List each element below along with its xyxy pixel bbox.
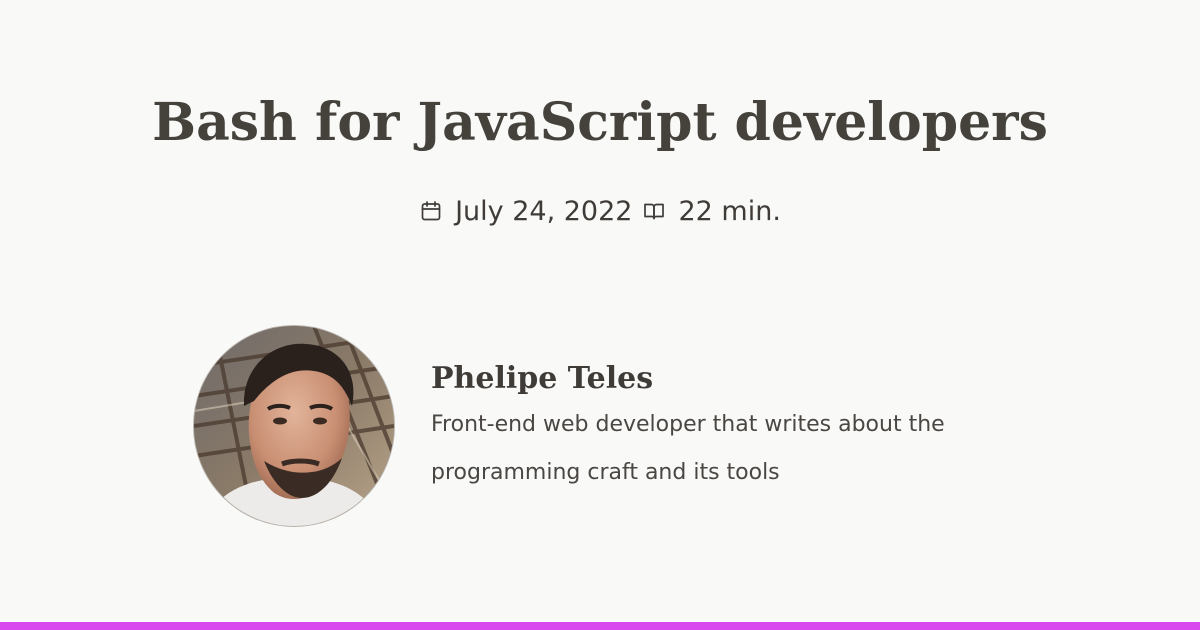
accent-bar	[0, 622, 1200, 630]
author-bio: Front-end web developer that writes abou…	[431, 412, 945, 485]
post-date: July 24, 2022	[419, 196, 632, 227]
post-title: Bash for JavaScript developers	[152, 92, 1048, 153]
calendar-icon	[419, 199, 443, 223]
author-card: Phelipe Teles Front-end web developer th…	[193, 325, 1013, 530]
post-meta: July 24, 2022 22 min.	[0, 192, 1200, 230]
reading-time-text: 22 min.	[678, 195, 781, 227]
post-reading-time: 22 min.	[642, 195, 781, 227]
author-name: Phelipe Teles	[431, 361, 654, 396]
author-avatar	[193, 325, 395, 527]
post-date-text: July 24, 2022	[455, 195, 633, 227]
book-open-icon	[642, 199, 666, 223]
